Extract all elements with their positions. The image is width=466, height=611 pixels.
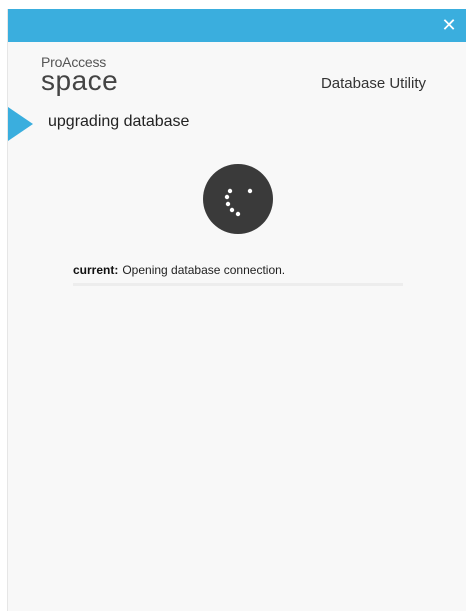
spinner-dot <box>235 211 241 217</box>
spinner-dot <box>224 194 230 200</box>
app-title: Database Utility <box>320 75 426 92</box>
spinner-dots <box>224 188 253 217</box>
logo-line2: space <box>41 65 119 96</box>
spinner-dot <box>225 201 231 207</box>
spinner-dot <box>247 188 253 194</box>
loading-spinner-icon <box>203 164 273 234</box>
close-button[interactable]: ✕ <box>439 15 459 35</box>
status-label: current: <box>73 263 119 277</box>
spinner-dot <box>229 207 235 213</box>
title-bar: ✕ <box>8 9 466 42</box>
logo: ProAccess space <box>41 55 119 96</box>
close-icon: ✕ <box>441 15 457 35</box>
status-row: current: Opening database connection. <box>73 261 403 291</box>
status-text: Opening database connection. <box>122 263 286 277</box>
status-divider <box>73 283 403 286</box>
current-step: upgrading database <box>8 107 466 141</box>
step-label: upgrading database <box>48 113 190 130</box>
spinner-dot <box>227 188 233 194</box>
step-arrow-icon <box>8 107 33 141</box>
dialog-window: ✕ ProAccess space Database Utility upgra… <box>7 9 466 611</box>
